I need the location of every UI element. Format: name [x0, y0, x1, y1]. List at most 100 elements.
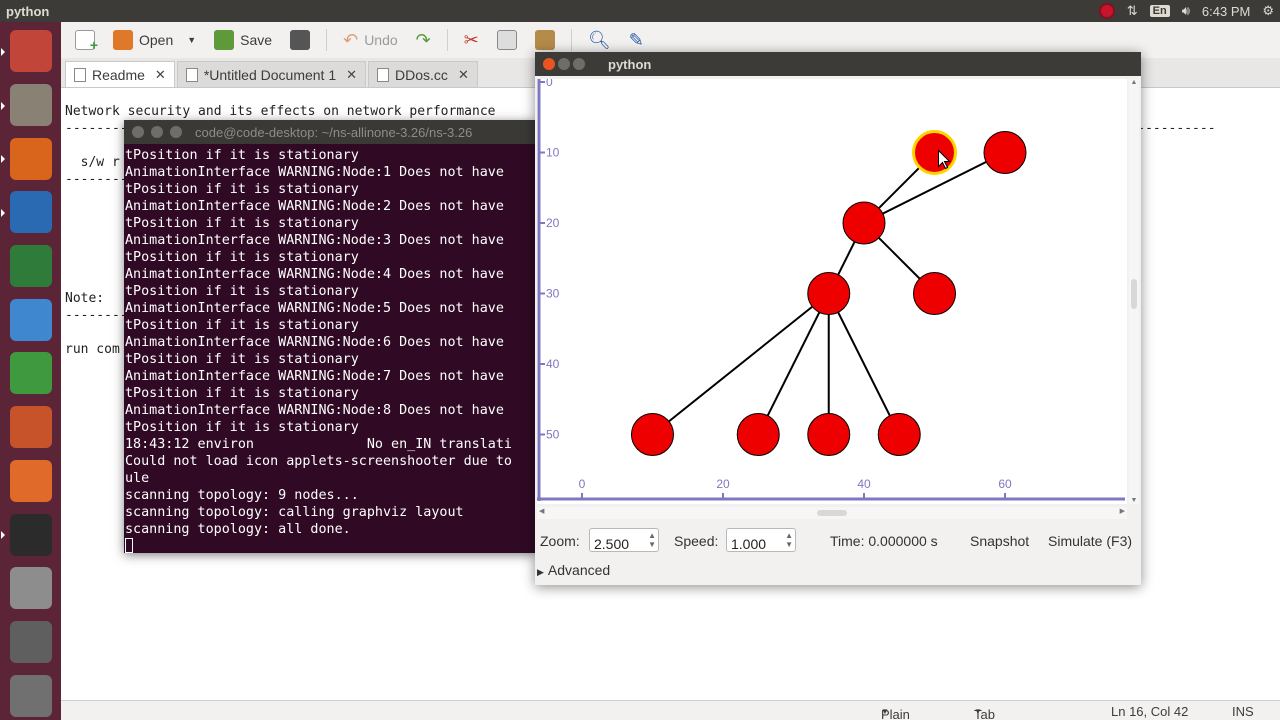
folder-icon [113, 30, 133, 50]
close-button[interactable] [543, 58, 555, 70]
vertical-scrollbar[interactable]: ▲ ▼ [1129, 79, 1139, 504]
terminal-title: code@code-desktop: ~/ns-allinone-3.26/ns… [195, 124, 473, 140]
pyviz-window[interactable]: python 0 10 20 30 40 50 0 20 40 60 ▲ ▼ ◀ ▶ Zoom: … [535, 52, 1141, 585]
spinner-arrows-icon[interactable]: ▲ ▼ [648, 531, 656, 549]
save-button[interactable]: Save [208, 26, 278, 54]
terminal-line: scanning topology: 9 nodes... [125, 488, 359, 503]
launcher-ubuntu-dash[interactable] [0, 27, 56, 76]
triangle-right-icon: ▶ [537, 567, 544, 577]
tab-readme[interactable]: Readme ✕ [65, 61, 175, 87]
close-button[interactable] [132, 126, 144, 138]
node-circle[interactable] [983, 131, 1027, 174]
node-circle[interactable] [842, 201, 886, 245]
chevron-down-icon[interactable]: ▼ [187, 35, 196, 45]
launcher [0, 22, 61, 720]
scroll-down-arrow[interactable]: ▼ [1129, 497, 1139, 504]
tab-untitled-document[interactable]: *Untitled Document 1 ✕ [176, 61, 367, 87]
running-indicator [0, 48, 5, 56]
launcher-workspace[interactable] [6, 671, 56, 720]
launcher-settings[interactable] [6, 564, 56, 613]
node-circle[interactable] [807, 272, 851, 315]
search-icon: 🔍︎ [587, 29, 611, 50]
virtualbox-icon [9, 298, 52, 341]
find-button[interactable]: 🔍︎ [582, 26, 617, 54]
launcher-amazon[interactable] [0, 510, 56, 559]
volume-icon[interactable]: 🔊︎ [1182, 3, 1190, 19]
snapshot-button[interactable]: Snapshot [970, 533, 1029, 549]
y-tick-label: 50 [546, 428, 560, 442]
running-indicator [0, 209, 5, 218]
minimize-button[interactable] [558, 58, 570, 70]
horizontal-scrollbar[interactable]: ◀ ▶ [537, 507, 1127, 519]
topology-canvas[interactable]: 0 10 20 30 40 50 0 20 40 60 [537, 75, 1127, 504]
close-icon[interactable]: ✕ [155, 67, 166, 83]
terminal-line: AnimationInterface WARNING:Node:7 Does n… [125, 369, 504, 384]
zoom-value: 2.500 [594, 536, 630, 552]
simulation-time: Time: 0.000000 s [830, 533, 938, 549]
launcher-writer[interactable] [0, 188, 56, 237]
terminal-line: tPosition if it is stationary [125, 182, 359, 197]
pyviz-titlebar[interactable]: python [535, 52, 1141, 76]
launcher-impress[interactable] [6, 403, 56, 452]
topology-graph[interactable]: 0 10 20 30 40 50 0 20 40 60 [537, 75, 1127, 504]
gear-icon[interactable]: ⚙ [1262, 3, 1274, 19]
scroll-right-arrow[interactable]: ▶ [1120, 507, 1125, 515]
tab-ddos-cc[interactable]: DDos.cc ✕ [368, 61, 478, 87]
close-icon[interactable]: ✕ [346, 67, 357, 83]
spinner-arrows-icon[interactable]: ▲ ▼ [785, 531, 793, 549]
terminal-line: 18:43:12 environ No en_IN translati [125, 437, 512, 452]
speed-spinner[interactable]: 1.000 ▲ ▼ [726, 528, 796, 552]
minimize-button[interactable] [151, 126, 163, 138]
node-circle[interactable] [877, 413, 921, 456]
terminal-output[interactable]: tPosition if it is stationary AnimationIn… [124, 147, 536, 553]
network-icon[interactable]: ⇅ [1127, 3, 1138, 19]
editor-line: run com [65, 342, 120, 357]
new-document-button[interactable]: + [69, 26, 101, 54]
node-circle[interactable] [631, 413, 674, 456]
advanced-expander[interactable]: ▶ Advanced [537, 562, 610, 578]
launcher-text-editor[interactable] [6, 618, 56, 667]
replace-button[interactable]: ✎ [623, 26, 650, 54]
node-circle[interactable] [912, 130, 957, 175]
clock[interactable]: 6:43 PM [1202, 4, 1250, 19]
terminal-line: AnimationInterface WARNING:Node:3 Does n… [125, 233, 504, 248]
scroll-up-arrow[interactable]: ▲ [1129, 79, 1139, 86]
keyboard-layout-indicator[interactable]: En [1149, 5, 1170, 17]
toolbar-separator [446, 29, 448, 51]
launcher-virtualbox[interactable] [6, 295, 56, 344]
redo-button[interactable]: ↷ [410, 26, 437, 54]
copy-button[interactable] [491, 26, 523, 54]
node-circle[interactable] [736, 413, 780, 456]
open-button[interactable]: Open ▼ [107, 26, 202, 54]
launcher-system-monitor[interactable] [6, 242, 56, 291]
terminal-line: AnimationInterface WARNING:Node:2 Does n… [125, 199, 504, 214]
launcher-calc[interactable] [6, 349, 56, 398]
y-tick-label: 10 [546, 146, 560, 160]
amazon-icon [9, 513, 52, 556]
maximize-button[interactable] [573, 58, 585, 70]
simulate-button[interactable]: Simulate (F3) [1048, 533, 1132, 549]
cut-button[interactable]: ✂ [458, 26, 485, 54]
record-indicator-icon[interactable] [1098, 3, 1115, 19]
paste-button[interactable] [529, 26, 561, 54]
paste-icon [534, 30, 555, 50]
launcher-software-center[interactable] [6, 457, 56, 506]
node-circle[interactable] [807, 413, 851, 456]
launcher-firefox[interactable] [0, 134, 56, 183]
launcher-files[interactable] [0, 81, 56, 130]
zoom-spinner[interactable]: 2.500 ▲ ▼ [589, 528, 659, 552]
scroll-left-arrow[interactable]: ◀ [539, 507, 544, 515]
undo-button[interactable]: ↶ Undo [337, 26, 404, 54]
new-document-icon: + [75, 30, 98, 53]
print-button[interactable] [284, 26, 316, 54]
insert-mode: INS [1232, 704, 1254, 719]
node-circle[interactable] [913, 272, 956, 315]
chevron-down-icon: ▼ [974, 707, 982, 716]
terminal-titlebar[interactable]: code@code-desktop: ~/ns-allinone-3.26/ns… [124, 120, 536, 144]
terminal-window[interactable]: code@code-desktop: ~/ns-allinone-3.26/ns… [124, 120, 536, 553]
zoom-label: Zoom: [540, 533, 580, 549]
close-icon[interactable]: ✕ [458, 67, 469, 83]
scroll-thumb[interactable] [1131, 279, 1137, 309]
maximize-button[interactable] [170, 126, 182, 138]
scroll-thumb[interactable] [817, 510, 847, 516]
